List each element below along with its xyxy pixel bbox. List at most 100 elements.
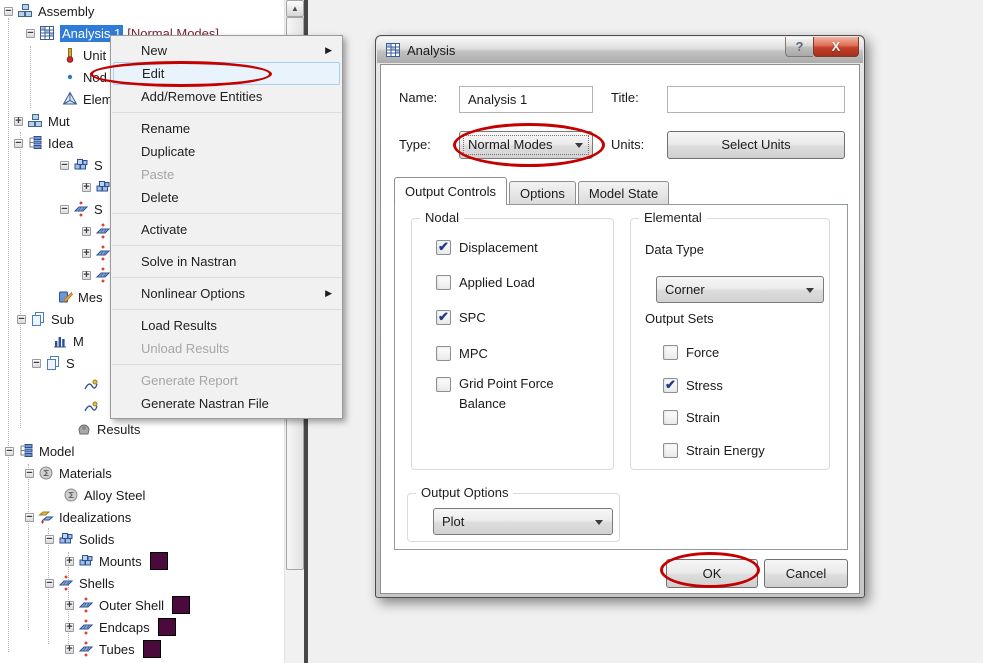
minus-expander-icon[interactable] [14, 137, 23, 150]
tree-item-alloy-steel[interactable]: Alloy Steel [0, 484, 284, 506]
menu-item-rename[interactable]: Rename [111, 117, 342, 140]
tree-item-assembly[interactable]: Assembly [0, 0, 284, 22]
menu-item-unload-results: Unload Results [141, 341, 230, 356]
tree-item-endcaps[interactable]: Endcaps [0, 616, 284, 638]
menu-item-solve-in-nastran[interactable]: Solve in Nastran [111, 250, 342, 273]
menu-item-activate[interactable]: Activate [111, 218, 342, 241]
tree-item-outer-shell[interactable]: Outer Shell [0, 594, 284, 616]
title-label: Title: [611, 90, 639, 105]
color-swatch[interactable] [142, 640, 161, 658]
idealizations-icon [38, 509, 54, 525]
plus-expander-icon[interactable] [65, 643, 74, 656]
color-swatch[interactable] [172, 596, 191, 614]
tree-item-label: S [66, 355, 75, 371]
chevron-down-icon [575, 143, 583, 148]
minus-expander-icon[interactable] [45, 533, 54, 546]
menu-item-add-remove-entities[interactable]: Add/Remove Entities [111, 85, 342, 108]
name-input[interactable]: Analysis 1 [459, 86, 593, 113]
menu-item-generate-nastran-file[interactable]: Generate Nastran File [111, 392, 342, 415]
tree-item-idealizations[interactable]: Idealizations [0, 506, 284, 528]
menu-item-edit[interactable]: Edit [113, 62, 340, 85]
plus-expander-icon[interactable] [82, 269, 91, 282]
tree-item-shells[interactable]: Shells [0, 572, 284, 594]
unchecked-checkbox-icon[interactable] [663, 345, 678, 360]
menu-separator [112, 112, 341, 113]
checked-checkbox-icon[interactable]: ✔ [436, 309, 451, 325]
plus-expander-icon[interactable] [82, 181, 91, 194]
unchecked-checkbox-icon[interactable] [436, 346, 451, 361]
tree-item-model[interactable]: Model [0, 440, 284, 462]
scroll-up-arrow-icon[interactable]: ▲ [286, 0, 304, 17]
unchecked-checkbox-icon[interactable] [436, 377, 451, 392]
unchecked-checkbox-icon[interactable] [663, 443, 678, 458]
pages-icon [30, 311, 46, 327]
minus-expander-icon[interactable] [4, 5, 13, 18]
menu-item-load-results[interactable]: Load Results [111, 314, 342, 337]
close-button[interactable]: X [813, 37, 859, 57]
checkbox-row-displacement[interactable]: ✔ Displacement [436, 239, 538, 255]
tree-item-results[interactable]: Results [0, 418, 284, 440]
checkbox-row-mpc[interactable]: MPC [436, 346, 488, 361]
minus-expander-icon[interactable] [60, 203, 69, 216]
submenu-arrow-icon: ▶ [325, 45, 332, 55]
checkbox-row-stress[interactable]: ✔ Stress [663, 377, 723, 393]
help-button[interactable]: ? [785, 37, 813, 57]
ok-button[interactable]: OK [666, 559, 758, 588]
unchecked-checkbox-icon[interactable] [663, 410, 678, 425]
plus-expander-icon[interactable] [65, 621, 74, 634]
tab-output-controls[interactable]: Output Controls [394, 177, 508, 205]
tab-options[interactable]: Options [509, 181, 576, 205]
plus-expander-icon[interactable] [14, 115, 23, 128]
minus-expander-icon[interactable] [17, 313, 26, 326]
checkbox-row-force[interactable]: Force [663, 345, 719, 360]
menu-item-nonlinear-options[interactable]: Nonlinear Options ▶ [111, 282, 342, 305]
checked-checkbox-icon[interactable]: ✔ [436, 239, 451, 255]
tree-item-label: Shells [79, 575, 115, 591]
menu-item-new[interactable]: New ▶ [111, 39, 342, 62]
title-input[interactable] [667, 86, 845, 113]
mode-shape-icon [83, 377, 99, 393]
minus-expander-icon[interactable] [26, 27, 35, 40]
checkbox-row-strain-energy[interactable]: Strain Energy [663, 443, 765, 458]
plus-expander-icon[interactable] [65, 599, 74, 612]
checkbox-label: MPC [459, 346, 488, 361]
tree-item-solids[interactable]: Solids [0, 528, 284, 550]
data-type-dropdown[interactable]: Corner [656, 276, 824, 303]
minus-expander-icon[interactable] [45, 577, 54, 590]
plus-expander-icon[interactable] [82, 247, 91, 260]
checkbox-row-grid-point-force-balance[interactable]: Grid Point Force Balance [436, 376, 575, 414]
name-label: Name: [399, 90, 438, 105]
materials-sphere-icon [38, 465, 54, 481]
minus-expander-icon[interactable] [5, 445, 14, 458]
color-swatch[interactable] [149, 552, 168, 570]
checkbox-row-spc[interactable]: ✔ SPC [436, 309, 486, 325]
tree-item-tubes[interactable]: Tubes [0, 638, 284, 660]
dialog-titlebar[interactable]: Analysis ? X [377, 37, 863, 63]
dialog-title: Analysis [407, 42, 456, 58]
menu-item-duplicate[interactable]: Duplicate [111, 140, 342, 163]
minus-expander-icon[interactable] [32, 357, 41, 370]
plus-expander-icon[interactable] [65, 555, 74, 568]
select-units-button[interactable]: Select Units [667, 131, 845, 159]
menu-item-delete[interactable]: Delete [111, 186, 342, 209]
minus-expander-icon[interactable] [25, 511, 34, 524]
output-options-dropdown[interactable]: Plot [433, 508, 613, 535]
color-swatch[interactable] [157, 618, 176, 636]
tree-item-label: Mes [78, 289, 103, 305]
checked-checkbox-icon[interactable]: ✔ [663, 377, 678, 393]
minus-expander-icon[interactable] [25, 467, 34, 480]
tree-item-materials[interactable]: Materials [0, 462, 284, 484]
checkbox-row-strain[interactable]: Strain [663, 410, 720, 425]
unchecked-checkbox-icon[interactable] [436, 275, 451, 290]
type-dropdown[interactable]: Normal Modes [459, 131, 593, 159]
cancel-button[interactable]: Cancel [764, 559, 848, 588]
mesh-icon [57, 289, 73, 305]
assembly-blocks-icon [27, 113, 43, 129]
minus-expander-icon[interactable] [60, 159, 69, 172]
checkbox-row-applied-load[interactable]: Applied Load [436, 275, 535, 290]
plus-expander-icon[interactable] [82, 225, 91, 238]
tab-model-state[interactable]: Model State [577, 181, 670, 205]
tree-item-mounts[interactable]: Mounts [0, 550, 284, 572]
menu-separator [112, 309, 341, 310]
thermometer-icon [62, 47, 78, 63]
